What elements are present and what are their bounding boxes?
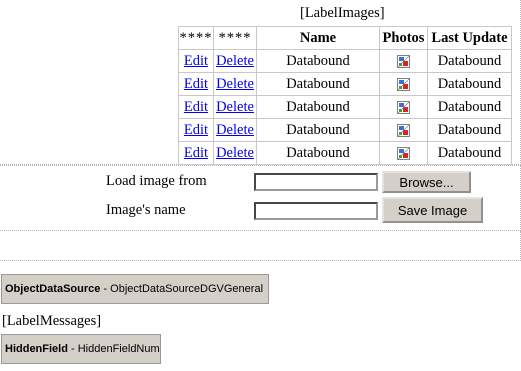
last-update-cell: Databound bbox=[427, 141, 512, 165]
delete-link[interactable]: Delete bbox=[216, 145, 254, 161]
delete-cell: Delete bbox=[213, 118, 257, 142]
edit-cell: Edit bbox=[178, 141, 214, 165]
edit-link[interactable]: Edit bbox=[184, 76, 208, 92]
save-image-button[interactable]: Save Image bbox=[382, 197, 483, 223]
broken-image-icon[interactable] bbox=[397, 100, 410, 114]
object-data-source-control[interactable]: ObjectDataSource - ObjectDataSourceDGVGe… bbox=[1, 274, 269, 304]
delete-cell: Delete bbox=[213, 49, 257, 73]
table-row: Edit Delete Databound Databound bbox=[178, 72, 512, 96]
name-cell: Databound bbox=[256, 118, 380, 142]
name-cell: Databound bbox=[256, 49, 380, 73]
delete-cell: Delete bbox=[213, 95, 257, 119]
delete-link[interactable]: Delete bbox=[216, 122, 254, 138]
object-data-source-type: ObjectDataSource bbox=[5, 283, 101, 295]
name-cell: Databound bbox=[256, 72, 380, 96]
hidden-field-control[interactable]: HiddenField - HiddenFieldNum bbox=[1, 334, 161, 364]
edit-link[interactable]: Edit bbox=[184, 122, 208, 138]
edit-cell: Edit bbox=[178, 72, 214, 96]
edit-cell: Edit bbox=[178, 118, 214, 142]
broken-image-icon[interactable] bbox=[397, 77, 410, 91]
hidden-field-separator: - bbox=[67, 343, 78, 355]
load-image-label: Load image from bbox=[106, 173, 207, 189]
delete-link[interactable]: Delete bbox=[216, 76, 254, 92]
photo-cell bbox=[379, 118, 428, 142]
object-data-source-id: ObjectDataSourceDGVGeneral bbox=[110, 283, 264, 295]
edit-link[interactable]: Edit bbox=[184, 145, 208, 161]
table-row: Edit Delete Databound Databound bbox=[178, 95, 512, 119]
name-cell: Databound bbox=[256, 95, 380, 119]
label-messages: [LabelMessages] bbox=[2, 313, 102, 329]
edit-cell: Edit bbox=[178, 49, 214, 73]
delete-link[interactable]: Delete bbox=[216, 53, 254, 69]
header-delete-column: **** bbox=[213, 26, 257, 50]
header-edit-column: **** bbox=[178, 26, 214, 50]
edit-cell: Edit bbox=[178, 95, 214, 119]
edit-link[interactable]: Edit bbox=[184, 53, 208, 69]
header-name: Name bbox=[256, 26, 380, 50]
image-name-label: Image's name bbox=[106, 202, 186, 218]
hidden-field-type: HiddenField bbox=[5, 343, 68, 355]
photo-cell bbox=[379, 95, 428, 119]
last-update-cell: Databound bbox=[427, 49, 512, 73]
photo-cell bbox=[379, 72, 428, 96]
edit-link[interactable]: Edit bbox=[184, 99, 208, 115]
upload-panel: Load image from Browse... Image's name S… bbox=[103, 169, 503, 227]
header-photos: Photos bbox=[379, 26, 428, 50]
header-last-update: Last Update bbox=[427, 26, 512, 50]
object-data-source-separator: - bbox=[100, 283, 111, 295]
name-cell: Databound bbox=[256, 141, 380, 165]
last-update-cell: Databound bbox=[427, 95, 512, 119]
broken-image-icon[interactable] bbox=[397, 146, 410, 160]
delete-link[interactable]: Delete bbox=[216, 99, 254, 115]
delete-cell: Delete bbox=[213, 141, 257, 165]
browse-button[interactable]: Browse... bbox=[382, 171, 471, 193]
image-file-input[interactable] bbox=[254, 173, 378, 191]
grid-header-row: **** **** Name Photos Last Update bbox=[178, 26, 512, 50]
photo-cell bbox=[379, 49, 428, 73]
spacer-outline bbox=[0, 231, 521, 261]
hidden-field-id: HiddenFieldNum bbox=[77, 343, 160, 355]
broken-image-icon[interactable] bbox=[397, 54, 410, 68]
images-grid: **** **** Name Photos Last Update Edit D… bbox=[178, 26, 512, 165]
table-row: Edit Delete Databound Databound bbox=[178, 118, 512, 142]
table-row: Edit Delete Databound Databound bbox=[178, 49, 512, 73]
last-update-cell: Databound bbox=[427, 72, 512, 96]
photo-cell bbox=[379, 141, 428, 165]
broken-image-icon[interactable] bbox=[397, 123, 410, 137]
image-name-input[interactable] bbox=[254, 202, 378, 220]
table-row: Edit Delete Databound Databound bbox=[178, 141, 512, 165]
label-images: [LabelImages] bbox=[300, 5, 385, 21]
last-update-cell: Databound bbox=[427, 118, 512, 142]
delete-cell: Delete bbox=[213, 72, 257, 96]
